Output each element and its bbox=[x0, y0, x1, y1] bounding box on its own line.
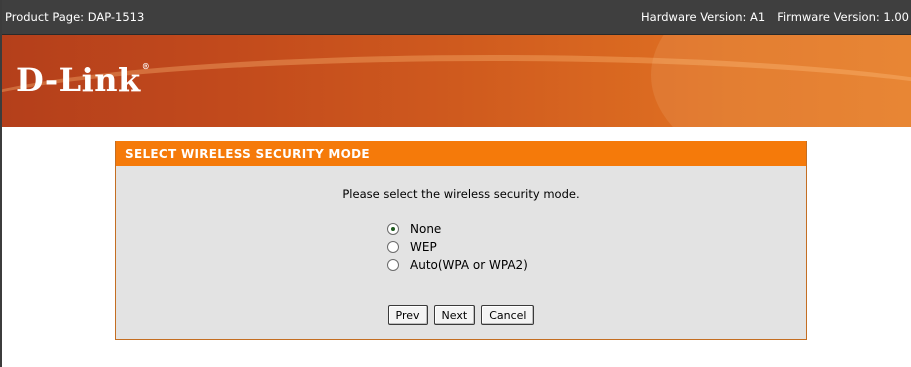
version-info: Hardware Version: A1 Firmware Version: 1… bbox=[641, 10, 909, 24]
security-mode-options: None WEP Auto(WPA or WPA2) bbox=[387, 220, 528, 274]
brand-banner: D-Link® bbox=[2, 35, 911, 127]
radio-selected-dot bbox=[391, 227, 395, 231]
radio-none[interactable] bbox=[387, 223, 399, 235]
radio-auto-wpa[interactable] bbox=[387, 259, 399, 271]
option-auto-wpa[interactable]: Auto(WPA or WPA2) bbox=[387, 256, 528, 274]
dlink-logo: D-Link® bbox=[16, 61, 150, 99]
prev-button[interactable]: Prev bbox=[387, 305, 428, 325]
option-none-label: None bbox=[410, 222, 442, 236]
next-button[interactable]: Next bbox=[433, 305, 476, 325]
top-bar: Product Page: DAP-1513 Hardware Version:… bbox=[2, 0, 911, 35]
wizard-prompt: Please select the wireless security mode… bbox=[342, 187, 580, 201]
radio-wep[interactable] bbox=[387, 241, 399, 253]
firmware-version: Firmware Version: 1.00 bbox=[777, 10, 909, 24]
hardware-version: Hardware Version: A1 bbox=[641, 10, 766, 24]
option-none[interactable]: None bbox=[387, 220, 528, 238]
wizard-title: SELECT WIRELESS SECURITY MODE bbox=[116, 141, 806, 166]
wizard-buttons: Prev Next Cancel bbox=[116, 305, 806, 325]
page: Product Page: DAP-1513 Hardware Version:… bbox=[0, 0, 911, 367]
registered-mark: ® bbox=[141, 61, 151, 71]
option-auto-wpa-label: Auto(WPA or WPA2) bbox=[410, 258, 528, 272]
banner-highlight bbox=[651, 35, 911, 127]
option-wep[interactable]: WEP bbox=[387, 238, 528, 256]
security-mode-wizard: SELECT WIRELESS SECURITY MODE Please sel… bbox=[115, 141, 807, 340]
product-page-label: Product Page: DAP-1513 bbox=[5, 10, 145, 24]
option-wep-label: WEP bbox=[410, 240, 437, 254]
cancel-button[interactable]: Cancel bbox=[481, 305, 535, 325]
logo-text: D-Link bbox=[16, 61, 141, 99]
